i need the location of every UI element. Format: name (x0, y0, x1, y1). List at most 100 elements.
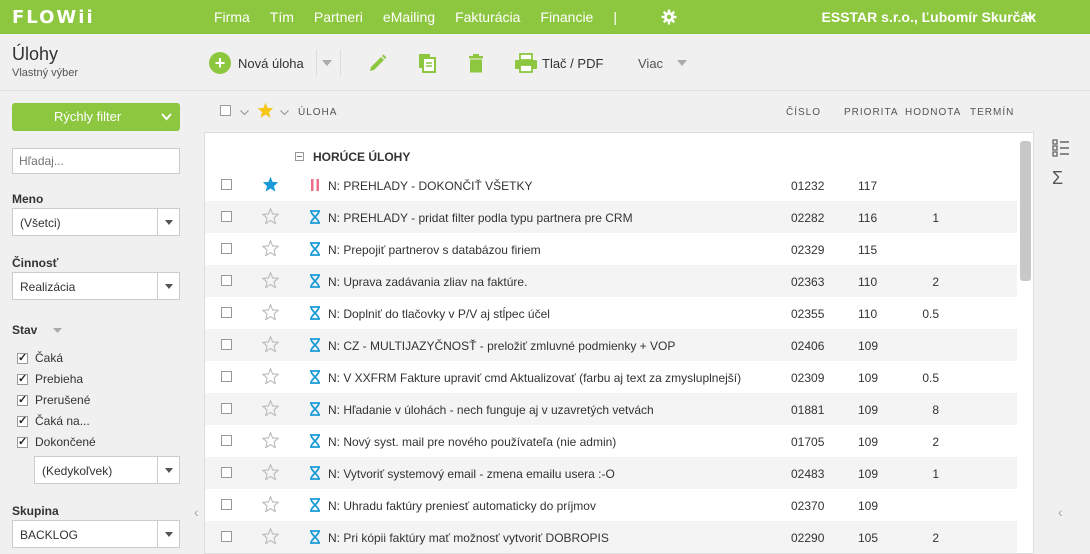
row-checkbox[interactable] (221, 307, 232, 318)
task-name[interactable]: N: Uprava zadávania zliav na faktúre. (328, 275, 527, 289)
star-icon[interactable] (262, 304, 279, 320)
nav-item-firma[interactable]: Firma (204, 9, 260, 25)
star-icon[interactable] (262, 368, 279, 384)
star-icon[interactable] (262, 176, 279, 192)
table-row[interactable]: N: Uprava zadávania zliav na faktúre. 023… (205, 265, 1017, 297)
scrollbar-thumb[interactable] (1020, 141, 1031, 281)
caret-down-icon[interactable] (677, 60, 687, 66)
skupina-select[interactable]: BACKLOG (12, 520, 180, 548)
column-value[interactable]: HODNOTA (905, 107, 961, 118)
table-row[interactable]: N: Pri kópii faktúry mať možnosť vytvori… (205, 521, 1017, 553)
row-checkbox[interactable] (221, 275, 232, 286)
table-row[interactable]: N: V XXFRM Fakture upraviť cmd Aktualizo… (205, 361, 1017, 393)
star-icon[interactable] (262, 272, 279, 288)
nav-item-tim[interactable]: Tím (260, 9, 304, 25)
caret-down-icon[interactable] (157, 209, 179, 235)
stav-option-caka[interactable]: Čaká (17, 351, 63, 365)
checkbox[interactable] (17, 372, 28, 385)
table-row[interactable]: N: Doplniť do tlačovky v P/V aj stĺpec ú… (205, 297, 1017, 329)
task-name[interactable]: N: Doplniť do tlačovky v P/V aj stĺpec ú… (328, 307, 550, 321)
nav-item-financie[interactable]: Financie (530, 9, 603, 25)
stav-option-prebieha[interactable]: Prebieha (17, 372, 83, 386)
row-checkbox[interactable] (221, 499, 232, 510)
stav-option-caka-na[interactable]: Čaká na... (17, 414, 90, 428)
task-name[interactable]: N: Nový syst. mail pre nového používateľ… (328, 435, 616, 449)
row-checkbox[interactable] (221, 339, 232, 350)
checkbox[interactable] (17, 414, 28, 427)
caret-down-icon[interactable] (157, 521, 179, 547)
column-task[interactable]: ÚLOHA (298, 107, 337, 118)
copy-icon[interactable] (416, 52, 438, 74)
caret-down-icon[interactable] (280, 110, 289, 115)
search-input[interactable] (12, 148, 180, 174)
row-checkbox[interactable] (221, 211, 232, 222)
quick-filter-button[interactable]: Rýchly filter (12, 103, 180, 131)
chevron-down-icon[interactable] (1024, 12, 1036, 22)
nav-item-partneri[interactable]: Partneri (304, 9, 373, 25)
cinnost-select[interactable]: Realizácia (12, 272, 180, 300)
collapse-right-panel-icon[interactable]: ‹ (1058, 504, 1063, 520)
trash-icon[interactable] (465, 52, 487, 74)
stav-option-prerusene[interactable]: Prerušené (17, 393, 90, 407)
table-row[interactable]: N: PREHLADY - pridat filter podla typu p… (205, 201, 1017, 233)
group-row[interactable]: HORÚCE ÚLOHY (205, 137, 1017, 169)
pencil-icon[interactable] (367, 52, 389, 74)
star-icon[interactable] (262, 240, 279, 256)
table-row[interactable]: N: Uhradu faktúry preniesť automaticky d… (205, 489, 1017, 521)
printer-icon[interactable] (514, 52, 538, 74)
table-row[interactable]: N: Hľadanie v úlohách - nech funguje aj … (205, 393, 1017, 425)
table-row[interactable]: N: Nový syst. mail pre nového používateľ… (205, 425, 1017, 457)
stav-label[interactable]: Stav (12, 323, 37, 337)
nav-item-fakturacia[interactable]: Fakturácia (445, 9, 530, 25)
star-icon[interactable] (262, 400, 279, 416)
checkbox[interactable] (17, 435, 28, 448)
task-name[interactable]: N: Uhradu faktúry preniesť automaticky d… (328, 499, 596, 513)
table-row[interactable]: N: PREHLADY - DOKONČIŤ VŠETKY 01232 117 (205, 169, 1017, 201)
new-task-button[interactable]: + Nová úloha (209, 52, 304, 74)
caret-down-icon[interactable] (322, 60, 332, 66)
row-checkbox[interactable] (221, 371, 232, 382)
row-checkbox[interactable] (221, 467, 232, 478)
print-button-label[interactable]: Tlač / PDF (542, 56, 603, 71)
app-logo[interactable]: FLOWii (12, 7, 95, 28)
table-row[interactable]: N: CZ - MULTIJAZYČNOSŤ - preložiť zmluvn… (205, 329, 1017, 361)
table-row[interactable]: N: Prepojiť partnerov s databázou firiem… (205, 233, 1017, 265)
caret-down-icon[interactable] (157, 273, 179, 299)
column-deadline[interactable]: TERMÍN (970, 107, 1014, 118)
task-name[interactable]: N: Pri kópii faktúry mať možnosť vytvori… (328, 531, 609, 545)
stav-option-dokoncene[interactable]: Dokončené (17, 435, 96, 449)
select-all-checkbox[interactable] (220, 105, 231, 116)
task-name[interactable]: N: V XXFRM Fakture upraviť cmd Aktualizo… (328, 371, 741, 385)
row-checkbox[interactable] (221, 435, 232, 446)
row-checkbox[interactable] (221, 403, 232, 414)
caret-down-icon[interactable] (240, 110, 249, 115)
meno-select[interactable]: (Všetci) (12, 208, 180, 236)
row-checkbox[interactable] (221, 243, 232, 254)
sigma-icon[interactable]: Σ (1052, 168, 1063, 189)
collapse-sidebar-icon[interactable]: ‹ (194, 504, 199, 520)
task-name[interactable]: N: Vytvoriť systemový email - zmena emai… (328, 467, 615, 481)
task-name[interactable]: N: PREHLADY - DOKONČIŤ VŠETKY (328, 179, 533, 193)
nav-item-emailing[interactable]: eMailing (373, 9, 445, 25)
user-menu[interactable]: ESSTAR s.r.o., Ľubomír Skurčák (822, 9, 1036, 25)
task-name[interactable]: N: Prepojiť partnerov s databázou firiem (328, 243, 541, 257)
caret-down-icon[interactable] (53, 328, 62, 333)
column-priority[interactable]: PRIORITA (844, 107, 898, 118)
task-name[interactable]: N: CZ - MULTIJAZYČNOSŤ - preložiť zmluvn… (328, 339, 675, 353)
table-row[interactable]: N: Vytvoriť systemový email - zmena emai… (205, 457, 1017, 489)
gear-icon[interactable] (661, 9, 677, 25)
time-select[interactable]: (Kedykoľvek) (34, 456, 180, 484)
star-icon[interactable] (262, 528, 279, 544)
caret-down-icon[interactable] (157, 457, 179, 483)
star-icon[interactable] (262, 432, 279, 448)
column-number[interactable]: ČÍSLO (786, 107, 821, 118)
checkbox[interactable] (17, 351, 28, 364)
star-icon[interactable] (262, 464, 279, 480)
checkbox[interactable] (17, 393, 28, 406)
star-icon[interactable] (262, 496, 279, 512)
task-name[interactable]: N: PREHLADY - pridat filter podla typu p… (328, 211, 633, 225)
collapse-group-icon[interactable] (295, 152, 304, 161)
task-name[interactable]: N: Hľadanie v úlohách - nech funguje aj … (328, 403, 654, 417)
star-icon[interactable] (262, 336, 279, 352)
row-checkbox[interactable] (221, 531, 232, 542)
